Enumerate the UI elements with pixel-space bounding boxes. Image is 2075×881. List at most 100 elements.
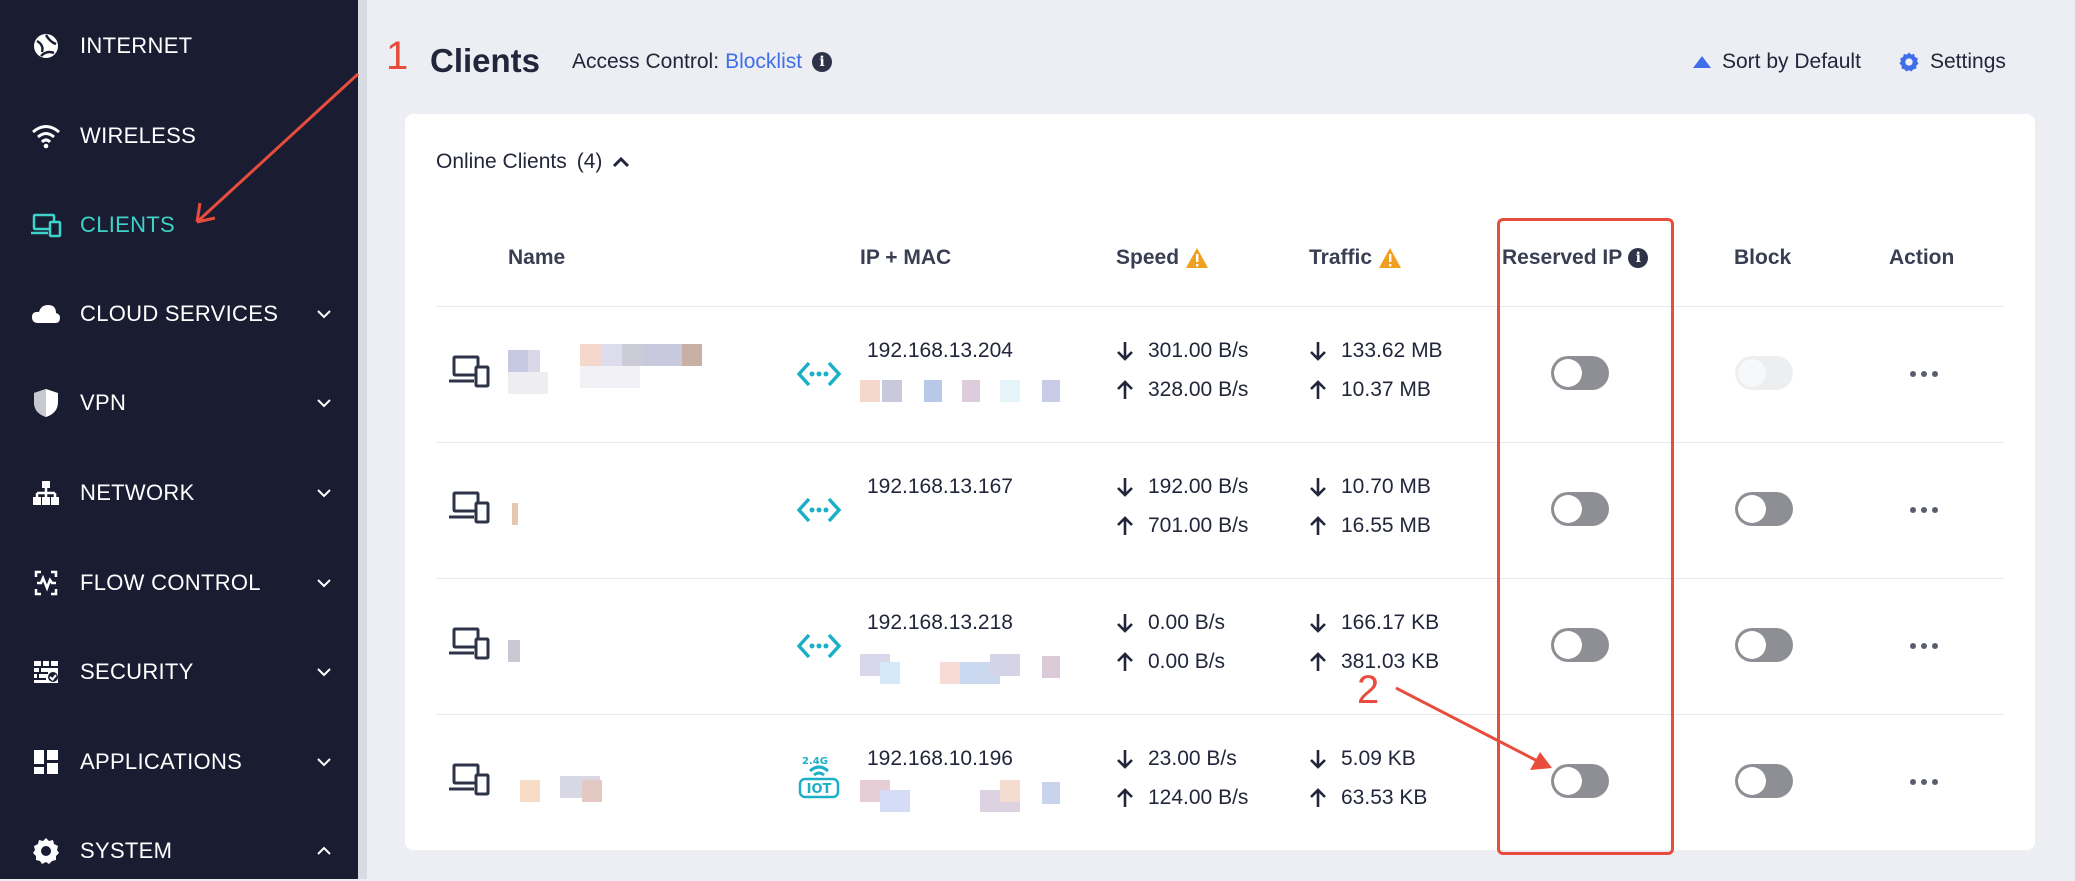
masked-mac-address xyxy=(880,790,910,812)
download-speed: 0.00 B/s xyxy=(1116,611,1225,635)
iot-band-label: 2.4G xyxy=(802,756,828,767)
chevron-up-icon xyxy=(313,840,335,862)
upload-speed: 701.00 B/s xyxy=(1116,514,1248,538)
column-header-block: Block xyxy=(1734,246,1792,269)
arrow-down-icon xyxy=(1309,340,1327,362)
client-ip: 192.168.13.218 xyxy=(867,611,1013,634)
online-clients-toggle[interactable]: Online Clients (4) xyxy=(436,150,630,174)
masked-client-name xyxy=(622,344,642,366)
sidebar-item-vpn[interactable]: VPN xyxy=(0,373,358,433)
download-traffic: 10.70 MB xyxy=(1309,475,1431,499)
upload-speed: 0.00 B/s xyxy=(1116,650,1225,674)
masked-mac-address xyxy=(962,380,980,402)
sidebar-item-flow-control[interactable]: FLOW CONTROL xyxy=(0,553,358,613)
page-title: Clients xyxy=(430,42,541,79)
value-text: 166.17 KB xyxy=(1341,611,1440,634)
masked-client-name xyxy=(520,780,540,802)
sidebar-item-label: NETWORK xyxy=(80,480,195,505)
access-control-link[interactable]: Blocklist xyxy=(725,50,802,74)
column-header-label: Speed xyxy=(1116,246,1180,269)
sidebar-item-wireless[interactable]: WIRELESS xyxy=(0,106,358,166)
device-icon xyxy=(448,762,492,798)
toggle-knob xyxy=(1738,495,1766,523)
block-toggle[interactable] xyxy=(1735,492,1793,526)
sidebar-item-label: VPN xyxy=(80,390,127,415)
online-clients-count: (4) xyxy=(576,150,603,173)
arrow-up-icon xyxy=(1309,379,1327,401)
sidebar-item-label: CLOUD SERVICES xyxy=(80,301,279,326)
download-speed: 301.00 B/s xyxy=(1116,339,1248,363)
arrow-up-icon xyxy=(1116,651,1134,673)
sidebar-item-security[interactable]: SECURITY xyxy=(0,642,358,702)
value-text: 63.53 KB xyxy=(1341,786,1428,809)
flow-control-icon xyxy=(30,567,62,599)
arrow-down-icon xyxy=(1116,340,1134,362)
chevron-down-icon xyxy=(313,303,335,325)
masked-client-name xyxy=(580,344,602,366)
masked-mac-address xyxy=(1000,780,1020,802)
masked-mac-address xyxy=(1042,656,1060,678)
sidebar-item-system[interactable]: SYSTEM xyxy=(0,821,358,881)
value-text: 701.00 B/s xyxy=(1148,514,1249,537)
value-text: 5.09 KB xyxy=(1341,747,1416,770)
sort-button[interactable]: Sort by Default xyxy=(1692,50,1861,74)
settings-button[interactable]: Settings xyxy=(1898,50,2006,74)
arrow-down-icon xyxy=(1309,476,1327,498)
upload-traffic: 16.55 MB xyxy=(1309,514,1431,538)
more-actions-icon[interactable] xyxy=(1910,640,1938,652)
column-header-name: Name xyxy=(508,246,566,269)
masked-client-name xyxy=(642,344,682,366)
value-text: 133.62 MB xyxy=(1341,339,1443,362)
sidebar-item-internet[interactable]: INTERNET xyxy=(0,16,358,76)
arrow-down-icon xyxy=(1116,476,1134,498)
block-toggle[interactable] xyxy=(1735,628,1793,662)
info-icon[interactable]: i xyxy=(812,52,833,72)
value-text: 301.00 B/s xyxy=(1148,339,1249,362)
shield-icon xyxy=(30,387,62,419)
masked-client-name xyxy=(508,350,528,372)
devices-icon xyxy=(30,209,62,241)
sidebar-item-label: INTERNET xyxy=(80,33,193,58)
value-text: 0.00 B/s xyxy=(1148,650,1226,673)
online-clients-label: Online Clients xyxy=(436,150,567,173)
more-actions-icon[interactable] xyxy=(1910,368,1938,380)
device-icon xyxy=(448,490,492,526)
block-toggle[interactable] xyxy=(1735,764,1793,798)
value-text: 192.00 B/s xyxy=(1148,475,1249,498)
ethernet-icon xyxy=(796,359,842,389)
more-actions-icon[interactable] xyxy=(1910,776,1938,788)
arrow-down-icon xyxy=(1309,748,1327,770)
value-text: 124.00 B/s xyxy=(1148,786,1249,809)
toggle-knob xyxy=(1738,767,1766,795)
download-traffic: 166.17 KB xyxy=(1309,611,1439,635)
warning-icon[interactable] xyxy=(1185,247,1209,269)
step-annotation-1: 1 xyxy=(386,34,409,78)
masked-client-name xyxy=(580,366,640,388)
gear-icon xyxy=(1899,52,1919,72)
chevron-down-icon xyxy=(313,482,335,504)
sidebar-item-cloud-services[interactable]: CLOUD SERVICES xyxy=(0,284,358,344)
upload-traffic: 63.53 KB xyxy=(1309,786,1427,810)
iot-label: IOT xyxy=(807,782,832,797)
sidebar-item-network[interactable]: NETWORK xyxy=(0,463,358,523)
masked-client-name xyxy=(508,372,548,394)
value-text: 0.00 B/s xyxy=(1148,611,1226,634)
network-icon xyxy=(30,477,62,509)
value-text: 23.00 B/s xyxy=(1148,747,1237,770)
access-control-label: Access Control: xyxy=(572,50,720,73)
masked-client-name xyxy=(528,350,540,372)
download-speed: 192.00 B/s xyxy=(1116,475,1248,499)
sidebar-item-label: SYSTEM xyxy=(80,838,173,863)
warning-icon[interactable] xyxy=(1378,247,1402,269)
device-icon xyxy=(448,626,492,662)
sidebar-item-applications[interactable]: APPLICATIONS xyxy=(0,732,358,792)
masked-mac-address xyxy=(1042,380,1060,402)
sidebar-item-clients[interactable]: CLIENTS xyxy=(0,195,358,255)
masked-mac-address xyxy=(924,380,942,402)
more-actions-icon[interactable] xyxy=(1910,504,1938,516)
step-annotation-2: 2 xyxy=(1357,668,1380,712)
sort-label: Sort by Default xyxy=(1722,50,1861,73)
sidebar-divider xyxy=(358,0,367,879)
masked-client-name xyxy=(682,344,702,366)
chevron-down-icon xyxy=(313,751,335,773)
